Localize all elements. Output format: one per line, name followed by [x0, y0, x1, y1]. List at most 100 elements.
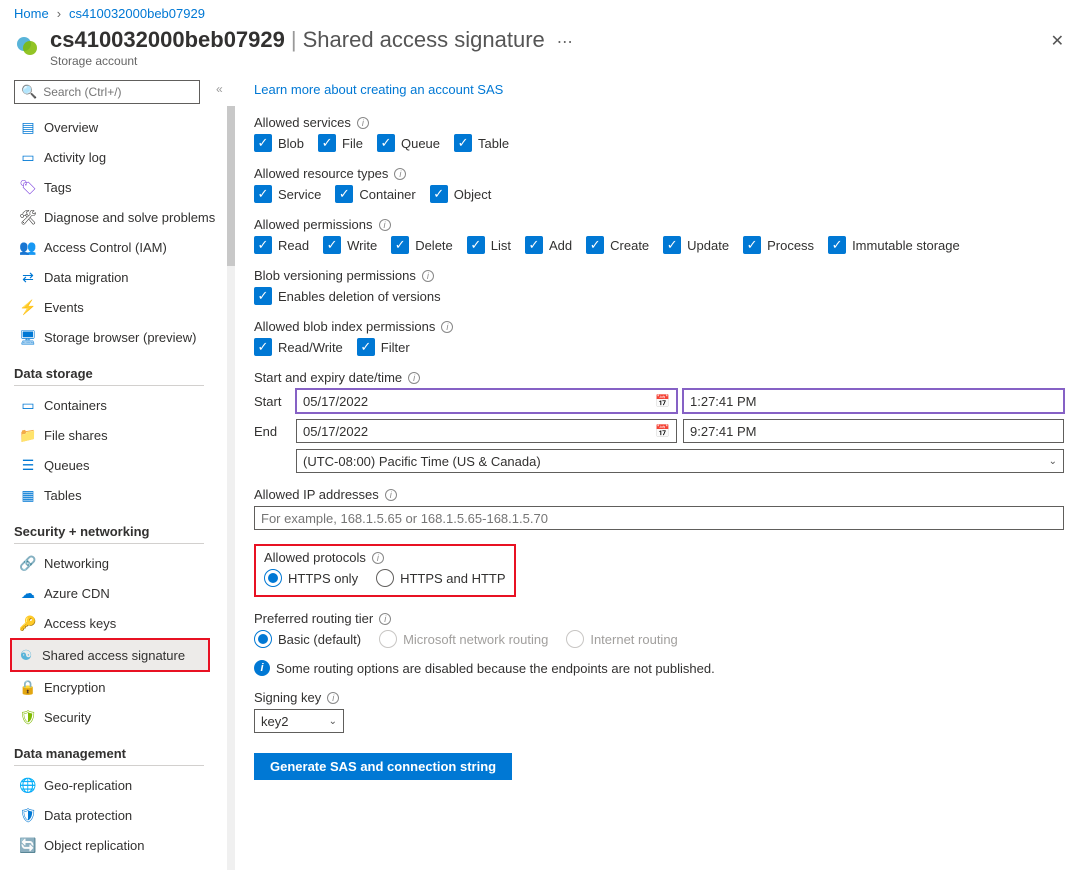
- info-icon[interactable]: i: [408, 372, 420, 384]
- radio-https-http[interactable]: HTTPS and HTTP: [376, 569, 505, 587]
- tags-icon: 🏷: [20, 179, 36, 196]
- end-label: End: [254, 424, 290, 439]
- sidebar-item-tags[interactable]: 🏷Tags: [14, 172, 230, 202]
- geo-icon: 🌐: [20, 777, 36, 794]
- checkbox-object[interactable]: ✓Object: [430, 185, 492, 203]
- signing-key-label: Signing key: [254, 690, 321, 705]
- allowed-ip-label: Allowed IP addresses: [254, 487, 379, 502]
- end-date-input[interactable]: 05/17/2022📅: [296, 419, 677, 443]
- info-icon[interactable]: i: [385, 489, 397, 501]
- sidebar-item-networking[interactable]: 🔗Networking: [14, 548, 230, 578]
- checkbox-add[interactable]: ✓Add: [525, 236, 572, 254]
- timezone-select[interactable]: (UTC-08:00) Pacific Time (US & Canada)⌄: [296, 449, 1064, 473]
- info-icon[interactable]: i: [394, 168, 406, 180]
- start-date-input[interactable]: 05/17/2022📅: [296, 389, 677, 413]
- events-icon: ⚡: [20, 299, 36, 316]
- checkbox-create[interactable]: ✓Create: [586, 236, 649, 254]
- calendar-icon[interactable]: 📅: [655, 394, 670, 408]
- sidebar-item-access-keys[interactable]: 🔑Access keys: [14, 608, 230, 638]
- info-icon[interactable]: i: [379, 219, 391, 231]
- checkbox-immutable[interactable]: ✓Immutable storage: [828, 236, 960, 254]
- search-box[interactable]: 🔍: [14, 80, 200, 104]
- checkbox-filter[interactable]: ✓Filter: [357, 338, 410, 356]
- highlight-allowed-protocols: Allowed protocolsi HTTPS only HTTPS and …: [254, 544, 516, 597]
- scrollbar-track[interactable]: [227, 106, 235, 870]
- sidebar-item-storage-browser[interactable]: 🖥Storage browser (preview): [14, 322, 230, 352]
- learn-more-link[interactable]: Learn more about creating an account SAS: [254, 82, 503, 97]
- security-icon: 🛡: [20, 709, 36, 726]
- sidebar: 🔍 « ▤Overview ▭Activity log 🏷Tags 🛠Diagn…: [0, 80, 230, 870]
- search-input[interactable]: [43, 85, 198, 99]
- start-time-input[interactable]: 1:27:41 PM: [683, 389, 1064, 413]
- info-icon[interactable]: i: [441, 321, 453, 333]
- checkbox-blob[interactable]: ✓Blob: [254, 134, 304, 152]
- checkbox-process[interactable]: ✓Process: [743, 236, 814, 254]
- checkbox-write[interactable]: ✓Write: [323, 236, 377, 254]
- containers-icon: ▭: [20, 397, 36, 414]
- scrollbar-thumb[interactable]: [227, 106, 235, 266]
- header: cs410032000beb07929 | Shared access sign…: [0, 23, 1086, 80]
- checkbox-service[interactable]: ✓Service: [254, 185, 321, 203]
- sidebar-item-object-replication[interactable]: 🔄Object replication: [14, 830, 230, 860]
- routing-info-text: Some routing options are disabled becaus…: [276, 661, 715, 676]
- checkbox-readwrite[interactable]: ✓Read/Write: [254, 338, 343, 356]
- sidebar-item-diagnose[interactable]: 🛠Diagnose and solve problems: [14, 202, 230, 232]
- end-time-input[interactable]: 9:27:41 PM: [683, 419, 1064, 443]
- sidebar-item-file-shares[interactable]: 📁File shares: [14, 420, 230, 450]
- allowed-permissions-label: Allowed permissions: [254, 217, 373, 232]
- sidebar-item-containers[interactable]: ▭Containers: [14, 390, 230, 420]
- checkbox-list[interactable]: ✓List: [467, 236, 511, 254]
- generate-sas-button[interactable]: Generate SAS and connection string: [254, 753, 512, 780]
- checkbox-delete[interactable]: ✓Delete: [391, 236, 453, 254]
- migration-icon: ⇄: [20, 269, 36, 286]
- page-subtitle: Storage account: [50, 54, 579, 68]
- info-icon[interactable]: i: [357, 117, 369, 129]
- sidebar-item-tables[interactable]: ▦Tables: [14, 480, 230, 510]
- sidebar-item-queues[interactable]: ☰Queues: [14, 450, 230, 480]
- sidebar-item-events[interactable]: ⚡Events: [14, 292, 230, 322]
- overview-icon: ▤: [20, 119, 36, 136]
- sidebar-item-sas[interactable]: ☯Shared access signature: [12, 640, 208, 670]
- replication-icon: 🔄: [20, 837, 36, 854]
- checkbox-file[interactable]: ✓File: [318, 134, 363, 152]
- radio-https-only[interactable]: HTTPS only: [264, 569, 358, 587]
- diagnose-icon: 🛠: [20, 209, 36, 226]
- access-keys-icon: 🔑: [20, 615, 36, 632]
- checkbox-enable-deletion[interactable]: ✓Enables deletion of versions: [254, 287, 441, 305]
- networking-icon: 🔗: [20, 555, 36, 572]
- sidebar-item-azure-cdn[interactable]: ☁Azure CDN: [14, 578, 230, 608]
- encryption-icon: 🔒: [20, 679, 36, 696]
- page-title: cs410032000beb07929: [50, 27, 285, 53]
- page-section: Shared access signature: [303, 27, 545, 53]
- sidebar-item-encryption[interactable]: 🔒Encryption: [14, 672, 230, 702]
- checkbox-container[interactable]: ✓Container: [335, 185, 415, 203]
- calendar-icon[interactable]: 📅: [655, 424, 670, 438]
- collapse-sidebar-icon[interactable]: «: [216, 82, 223, 96]
- checkbox-table[interactable]: ✓Table: [454, 134, 509, 152]
- more-menu-icon[interactable]: ⋯: [551, 32, 579, 52]
- allowed-services-label: Allowed services: [254, 115, 351, 130]
- ip-input[interactable]: [254, 506, 1064, 530]
- highlight-shared-access-signature: ☯Shared access signature: [10, 638, 210, 672]
- info-icon[interactable]: i: [379, 613, 391, 625]
- radio-ms-routing: Microsoft network routing: [379, 630, 548, 648]
- sidebar-item-data-migration[interactable]: ⇄Data migration: [14, 262, 230, 292]
- sidebar-item-security[interactable]: 🛡Security: [14, 702, 230, 732]
- breadcrumb-home[interactable]: Home: [14, 6, 49, 21]
- signing-key-select[interactable]: key2⌄: [254, 709, 344, 733]
- checkbox-queue[interactable]: ✓Queue: [377, 134, 440, 152]
- radio-basic[interactable]: Basic (default): [254, 630, 361, 648]
- breadcrumb-current[interactable]: cs410032000beb07929: [69, 6, 205, 21]
- activity-log-icon: ▭: [20, 149, 36, 166]
- checkbox-read[interactable]: ✓Read: [254, 236, 309, 254]
- breadcrumb: Home › cs410032000beb07929: [0, 0, 1086, 23]
- info-icon[interactable]: i: [422, 270, 434, 282]
- info-icon[interactable]: i: [372, 552, 384, 564]
- checkbox-update[interactable]: ✓Update: [663, 236, 729, 254]
- info-icon[interactable]: i: [327, 692, 339, 704]
- close-icon[interactable]: ✕: [1043, 27, 1072, 55]
- sidebar-item-geo-replication[interactable]: 🌐Geo-replication: [14, 770, 230, 800]
- sidebar-item-iam[interactable]: 👥Access Control (IAM): [14, 232, 230, 262]
- sidebar-item-activity-log[interactable]: ▭Activity log: [14, 142, 230, 172]
- sidebar-item-overview[interactable]: ▤Overview: [14, 112, 230, 142]
